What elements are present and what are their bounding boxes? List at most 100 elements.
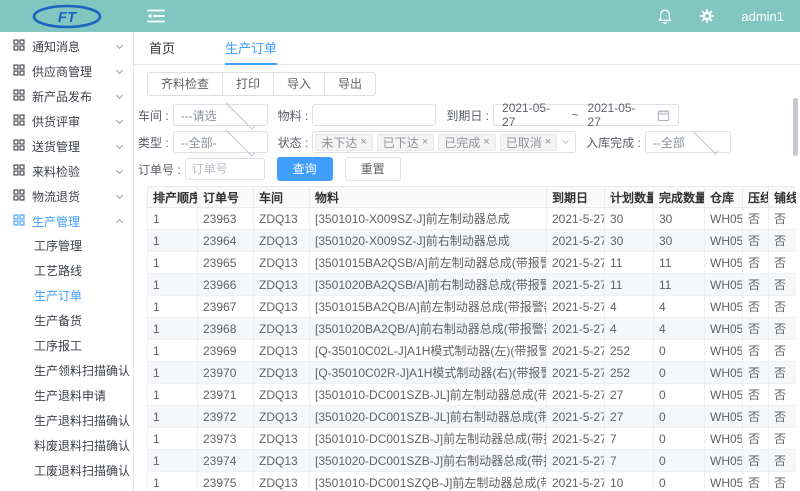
sidebar-subitem[interactable]: 料废退料扫描确认 — [0, 434, 133, 459]
table-cell: [3501020-X009SZ-J]前右制动器总成 — [310, 230, 547, 252]
table-cell: 否 — [743, 318, 769, 340]
column-header: 订单号 — [198, 187, 254, 208]
table-cell: [3501015BA2QB/A]前左制动器总成(带报警器) — [310, 296, 547, 318]
chevron-down-icon — [116, 142, 123, 149]
table-row[interactable]: 123968ZDQ13[3501020BA2QB/A]前右制动器总成(带报警器)… — [148, 318, 797, 340]
table-cell: ZDQ13 — [254, 230, 310, 252]
table-row[interactable]: 123966ZDQ13[3501020BA2QSB/A]前右制动器总成(带报警器… — [148, 274, 797, 296]
table-cell: 否 — [743, 252, 769, 274]
gear-icon[interactable] — [699, 8, 715, 24]
table-row[interactable]: 123967ZDQ13[3501015BA2QB/A]前左制动器总成(带报警器)… — [148, 296, 797, 318]
table-cell: 23964 — [198, 230, 254, 252]
table-cell: 23969 — [198, 340, 254, 362]
main-content: 首页生产订单 齐料检查打印导入导出 车间 : ---请选择--- 物料 : 到期… — [134, 32, 800, 491]
due-date-start[interactable]: 2021-05-27 — [502, 101, 562, 129]
table-row[interactable]: 123974ZDQ13[3501020-DC001SZB-J]前右制动器总成(带… — [148, 450, 797, 472]
tab-item[interactable]: 首页 — [149, 32, 175, 65]
due-date-range-picker[interactable]: 2021-05-27 ~ 2021-05-27 — [493, 104, 679, 126]
sidebar-subitem[interactable]: 工废退料扫描确认 — [0, 459, 133, 484]
sidebar-item-label: 送货管理 — [32, 138, 117, 155]
toolbar-button[interactable]: 齐料检查 — [147, 72, 223, 96]
table-cell: 1 — [148, 406, 198, 428]
table-cell: 1 — [148, 252, 198, 274]
close-icon[interactable]: × — [483, 137, 489, 148]
chevron-down-icon — [562, 137, 569, 144]
sidebar-subitem[interactable]: 工序管理 — [0, 234, 133, 259]
table-cell: 27 — [605, 406, 654, 428]
workshop-select[interactable]: ---请选择--- — [173, 104, 268, 126]
workshop-label: 车间 : — [138, 107, 169, 124]
table-cell: 7 — [605, 450, 654, 472]
search-button[interactable]: 查询 — [277, 157, 333, 181]
menu-fold-icon[interactable] — [147, 9, 165, 23]
table-cell: 1 — [148, 362, 198, 384]
toolbar-button[interactable]: 打印 — [222, 72, 274, 96]
table-cell: 否 — [743, 450, 769, 472]
table-row[interactable]: 123973ZDQ13[3501010-DC001SZB-J]前左制动器总成(带… — [148, 428, 797, 450]
toolbar-button[interactable]: 导入 — [273, 72, 325, 96]
table-row[interactable]: 123965ZDQ13[3501015BA2QSB/A]前左制动器总成(带报警器… — [148, 252, 797, 274]
table-cell: 23974 — [198, 450, 254, 472]
table-cell: 否 — [769, 274, 797, 296]
table-row[interactable]: 123970ZDQ13[Q-35010C02R-J]A1H模式制动器(右)(带报… — [148, 362, 797, 384]
sidebar-item-label: 供应商管理 — [32, 63, 117, 80]
sidebar-item[interactable]: 物流退货 — [0, 184, 133, 209]
scrollbar-thumb[interactable] — [793, 98, 798, 156]
table-cell: [3501020-DC001SZB-J]前右制动器总成(带报警器) — [310, 450, 547, 472]
sidebar-item[interactable]: 送货管理 — [0, 134, 133, 159]
table-cell: [3501010-DC001SZB-JL]前左制动器总成(带报警器)(老气室) — [310, 384, 547, 406]
table-cell: 2021-5-27 — [547, 296, 605, 318]
table-cell: 否 — [769, 362, 797, 384]
table-cell: 否 — [743, 428, 769, 450]
sidebar-subitem[interactable]: 生产备货 — [0, 309, 133, 334]
sidebar-subitem[interactable]: 工序报工 — [0, 334, 133, 359]
table-cell: 否 — [743, 230, 769, 252]
table-cell: 4 — [605, 318, 654, 340]
sidebar-item[interactable]: 供货评审 — [0, 109, 133, 134]
sidebar-subitem[interactable]: 生产退料申请 — [0, 384, 133, 409]
sidebar-item[interactable]: 新产品发布 — [0, 84, 133, 109]
sidebar-subitem[interactable]: 生产订单 — [0, 284, 133, 309]
chevron-down-icon — [226, 99, 255, 128]
sidebar-item[interactable]: 来料检验 — [0, 159, 133, 184]
sidebar-subitem[interactable]: 工艺路线 — [0, 259, 133, 284]
table-cell: 23971 — [198, 384, 254, 406]
table-row[interactable]: 123971ZDQ13[3501010-DC001SZB-JL]前左制动器总成(… — [148, 384, 797, 406]
table-cell: 0 — [654, 406, 705, 428]
table-cell: [3501020BA2QSB/A]前右制动器总成(带报警器) — [310, 274, 547, 296]
chevron-down-icon — [116, 67, 123, 74]
user-menu[interactable]: admin1 — [741, 9, 784, 24]
table-cell: ZDQ13 — [254, 362, 310, 384]
table-row[interactable]: 123964ZDQ13[3501020-X009SZ-J]前右制动器总成2021… — [148, 230, 797, 252]
tab-item[interactable]: 生产订单 — [225, 32, 277, 65]
sidebar-subitem-label: 工废退料扫描确认 — [34, 464, 130, 478]
table-row[interactable]: 123975ZDQ13[3501010-DC001SZQB-J]前左制动器总成(… — [148, 472, 797, 491]
chevron-down-icon — [693, 128, 719, 154]
table-row[interactable]: 123963ZDQ13[3501010-X009SZ-J]前左制动器总成2021… — [148, 208, 797, 230]
grid-icon — [13, 164, 25, 179]
order-no-input[interactable] — [185, 158, 265, 180]
close-icon[interactable]: × — [422, 137, 428, 148]
sidebar-subitem[interactable]: 生产退料扫描确认 — [0, 409, 133, 434]
stock-in-select[interactable]: --全部-- — [645, 131, 731, 153]
status-multiselect[interactable]: 未下达×已下达×已完成×已取消× — [312, 131, 576, 153]
material-input[interactable] — [312, 104, 436, 126]
table-cell: 2021-5-27 — [547, 208, 605, 230]
sidebar-item[interactable]: 生产管理 — [0, 209, 133, 234]
toolbar-button[interactable]: 导出 — [324, 72, 376, 96]
bell-icon[interactable] — [657, 8, 673, 25]
table-row[interactable]: 123969ZDQ13[Q-35010C02L-J]A1H模式制动器(左)(带报… — [148, 340, 797, 362]
close-icon[interactable]: × — [545, 137, 551, 148]
due-date-end[interactable]: 2021-05-27 — [588, 101, 648, 129]
table-cell: 23970 — [198, 362, 254, 384]
close-icon[interactable]: × — [360, 137, 366, 148]
table-cell: [3501010-DC001SZQB-J]前左制动器总成(带报警器) — [310, 472, 547, 491]
table-cell: 2021-5-27 — [547, 362, 605, 384]
sidebar-item[interactable]: 供应商管理 — [0, 59, 133, 84]
table-row[interactable]: 123972ZDQ13[3501020-DC001SZB-JL]前右制动器总成(… — [148, 406, 797, 428]
sidebar-item[interactable]: 通知消息 — [0, 34, 133, 59]
sidebar-subitem[interactable]: 生产领料扫描确认 — [0, 359, 133, 384]
reset-button[interactable]: 重置 — [345, 157, 401, 181]
status-tag: 已下达× — [377, 134, 434, 151]
type-select[interactable]: --全部-- — [173, 131, 268, 153]
